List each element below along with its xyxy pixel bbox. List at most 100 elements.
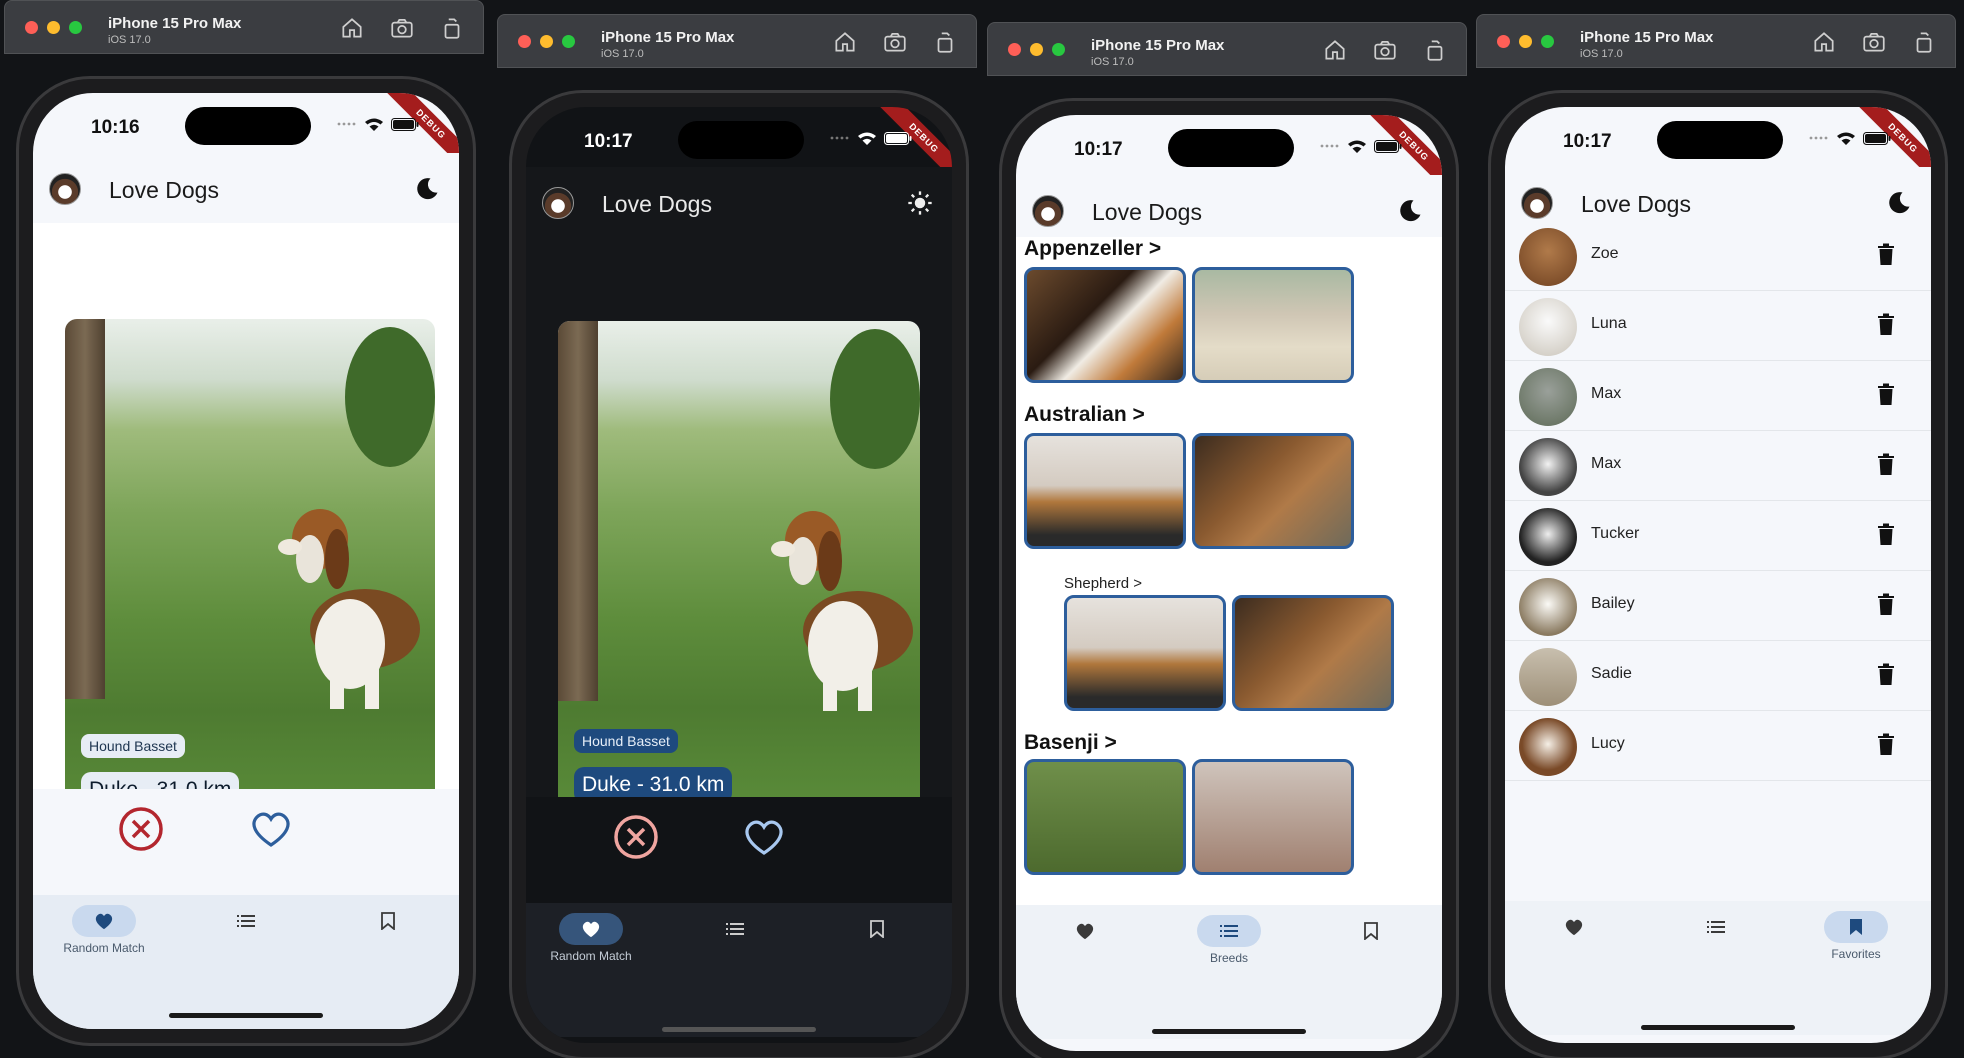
nav-random-match[interactable]: Random Match <box>526 913 656 983</box>
close-window-button[interactable] <box>25 21 38 34</box>
trash-icon[interactable] <box>1875 313 1897 337</box>
moon-icon[interactable] <box>413 175 441 203</box>
dog-photo[interactable]: Hound Basset Duke - 31.0 km <box>65 319 435 822</box>
zoom-window-button[interactable] <box>1541 35 1554 48</box>
app-title: Love Dogs <box>602 191 712 217</box>
like-heart-icon[interactable] <box>740 813 788 861</box>
breed-title-basenji[interactable]: Basenji > <box>1024 731 1117 755</box>
phone-frame: DEBUG 10:17 Love Dogs <box>1488 90 1948 1058</box>
close-window-button[interactable] <box>1008 43 1021 56</box>
nav-breeds[interactable]: Breeds <box>1164 915 1294 985</box>
trash-icon[interactable] <box>1875 733 1897 757</box>
minimize-window-button[interactable] <box>1030 43 1043 56</box>
zoom-window-button[interactable] <box>69 21 82 34</box>
home-icon[interactable] <box>339 15 365 41</box>
list-item[interactable]: Bailey <box>1505 571 1931 641</box>
bottom-navigation: Breeds <box>1016 905 1442 1039</box>
nav-favorites[interactable] <box>1306 915 1436 985</box>
status-bar: 10:17 <box>1016 115 1442 175</box>
home-icon[interactable] <box>1811 29 1837 55</box>
heart-icon <box>582 921 600 938</box>
simulator-titlebar: iPhone 15 Pro Max iOS 17.0 <box>4 0 484 54</box>
breed-title-appenzeller[interactable]: Appenzeller > <box>1024 237 1161 261</box>
home-icon[interactable] <box>1322 37 1348 63</box>
nav-favorites[interactable] <box>323 905 453 975</box>
simulator-titlebar: iPhone 15 Pro Max iOS 17.0 <box>497 14 977 68</box>
close-window-button[interactable] <box>518 35 531 48</box>
battery-icon <box>884 131 912 145</box>
moon-icon[interactable] <box>1396 197 1424 225</box>
heart-icon <box>1076 923 1094 940</box>
list-item[interactable]: Lucy <box>1505 711 1931 781</box>
breed-photo[interactable] <box>1024 433 1186 549</box>
cellular-icon <box>1809 136 1828 140</box>
cellular-icon <box>830 136 849 140</box>
trash-icon[interactable] <box>1875 523 1897 547</box>
match-card-area: Hound Basset Duke - 31.0 km <box>526 237 952 817</box>
bookmark-icon <box>1850 919 1862 935</box>
home-icon[interactable] <box>832 29 858 55</box>
breed-photo[interactable] <box>1192 759 1354 875</box>
favorite-name: Max <box>1591 385 1622 402</box>
nav-random-match[interactable] <box>1509 911 1639 981</box>
like-heart-icon[interactable] <box>247 805 295 853</box>
breed-photo[interactable] <box>1024 759 1186 875</box>
nav-breeds[interactable] <box>670 913 800 983</box>
trash-icon[interactable] <box>1875 453 1897 477</box>
breed-photo[interactable] <box>1024 267 1186 383</box>
zoom-window-button[interactable] <box>562 35 575 48</box>
simulator-stage: iPhone 15 Pro Max iOS 17.0 DEBUG 10:16 L… <box>0 0 1964 1058</box>
rotate-icon[interactable] <box>439 15 465 41</box>
zoom-window-button[interactable] <box>1052 43 1065 56</box>
minimize-window-button[interactable] <box>540 35 553 48</box>
nav-favorites[interactable] <box>812 913 942 983</box>
list-item[interactable]: Zoe <box>1505 221 1931 291</box>
bush-decoration <box>345 327 435 467</box>
status-icons <box>1320 139 1402 153</box>
moon-icon[interactable] <box>1885 189 1913 217</box>
screenshot-icon[interactable] <box>882 29 908 55</box>
sun-icon[interactable] <box>906 189 934 217</box>
trash-icon[interactable] <box>1875 243 1897 267</box>
breed-photo[interactable] <box>1192 433 1354 549</box>
match-actions <box>526 797 952 877</box>
screenshot-icon[interactable] <box>389 15 415 41</box>
close-window-button[interactable] <box>1497 35 1510 48</box>
reject-icon[interactable] <box>117 805 165 853</box>
dog-photo[interactable]: Hound Basset Duke - 31.0 km <box>558 321 920 817</box>
trash-icon[interactable] <box>1875 663 1897 687</box>
list-item[interactable]: Sadie <box>1505 641 1931 711</box>
rotate-icon[interactable] <box>1422 37 1448 63</box>
screenshot-icon[interactable] <box>1372 37 1398 63</box>
breed-photo[interactable] <box>1064 595 1226 711</box>
trash-icon[interactable] <box>1875 593 1897 617</box>
nav-random-match[interactable]: Random Match <box>39 905 169 975</box>
minimize-window-button[interactable] <box>1519 35 1532 48</box>
wifi-icon <box>365 118 383 131</box>
nav-label-favorites: Favorites <box>1831 947 1881 961</box>
phone-screen: DEBUG 10:17 Love Dogs <box>1505 107 1931 1043</box>
breed-photo[interactable] <box>1192 267 1354 383</box>
nav-favorites[interactable]: Favorites <box>1791 911 1921 981</box>
breed-subtitle-shepherd[interactable]: Shepherd > <box>1064 575 1142 592</box>
breed-photo[interactable] <box>1232 595 1394 711</box>
list-item[interactable]: Max <box>1505 431 1931 501</box>
list-item[interactable]: Tucker <box>1505 501 1931 571</box>
nav-label-random-match: Random Match <box>550 949 632 963</box>
rotate-icon[interactable] <box>932 29 958 55</box>
nav-breeds[interactable] <box>1651 911 1781 981</box>
breed-title-australian[interactable]: Australian > <box>1024 403 1145 427</box>
app-title: Love Dogs <box>109 177 219 203</box>
reject-icon[interactable] <box>612 813 660 861</box>
trash-icon[interactable] <box>1875 383 1897 407</box>
nav-random-match[interactable] <box>1020 915 1150 985</box>
status-icons <box>830 131 912 145</box>
screenshot-icon[interactable] <box>1861 29 1887 55</box>
minimize-window-button[interactable] <box>47 21 60 34</box>
nav-label-breeds: Breeds <box>1209 951 1249 965</box>
nav-breeds[interactable] <box>181 905 311 975</box>
list-item[interactable]: Max <box>1505 361 1931 431</box>
list-item[interactable]: Luna <box>1505 291 1931 361</box>
battery-icon <box>1374 139 1402 153</box>
rotate-icon[interactable] <box>1911 29 1937 55</box>
